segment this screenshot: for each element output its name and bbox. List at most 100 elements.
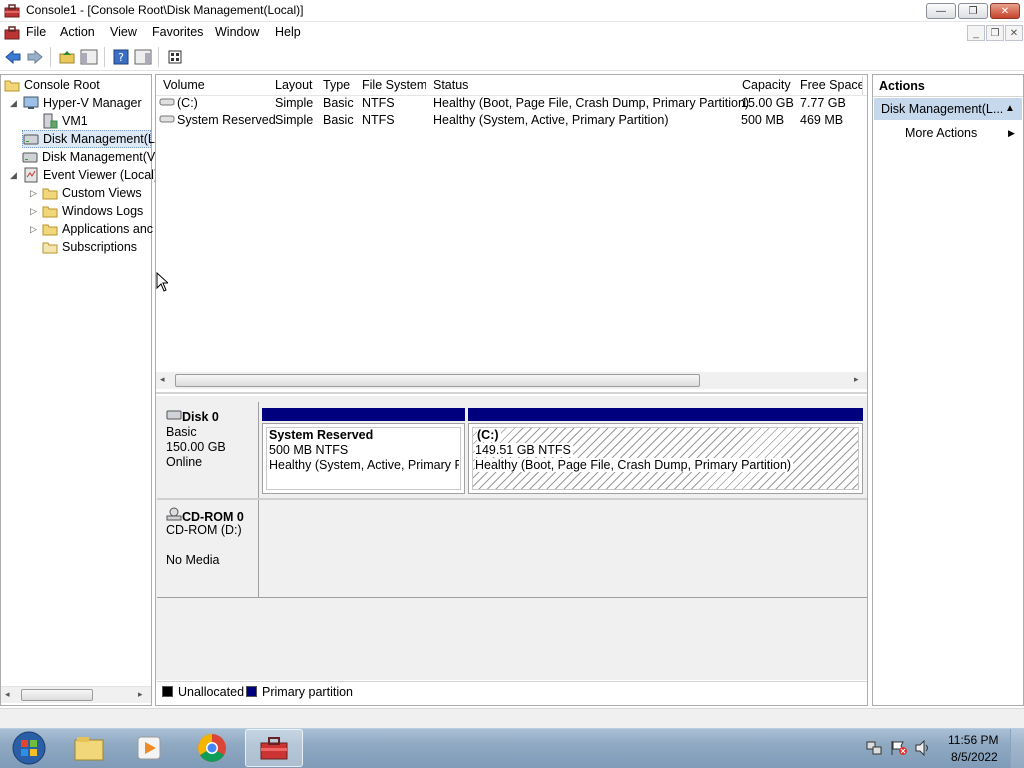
explorer-icon[interactable] [60,729,118,767]
legend-label-unallocated: Unallocated [178,685,245,699]
legend-label-primary: Primary partition [262,685,353,699]
back-arrow-icon[interactable] [4,48,22,66]
collapse-arrow-icon[interactable]: ◢ [10,98,17,109]
scroll-right-arrow-icon[interactable]: ▸ [138,689,143,700]
tree-item-windows-logs[interactable]: Windows Logs [42,202,143,220]
console-doc-icon[interactable] [4,25,20,44]
disk-0-label[interactable]: Disk 0 Basic 150.00 GB Online [157,402,259,498]
scroll-right-arrow-icon[interactable]: ▸ [854,374,859,385]
mmc-app-icon [4,3,20,19]
menu-favorites[interactable]: Favorites [152,25,203,39]
column-header-free-space[interactable]: Free Space [793,76,863,95]
menu-window[interactable]: Window [215,25,259,39]
start-orb-icon[interactable] [0,729,58,767]
mmc-toolbox-icon[interactable] [245,729,303,767]
pane-splitter[interactable] [156,392,867,394]
table-cell-fs: NTFS [362,96,395,110]
mdi-restore-button[interactable]: ❐ [986,25,1004,41]
menu-file[interactable]: File [26,25,46,39]
collapse-arrow-icon[interactable]: ◢ [10,170,17,181]
partition-system-reserved[interactable]: System Reserved 500 MB NTFS Healthy (Sys… [262,423,465,494]
disk-row-divider [157,498,867,500]
disk-icon [166,410,182,420]
window-title: Console1 - [Console Root\Disk Management… [26,3,304,17]
table-cell-capacity: 15.00 GB [741,96,794,110]
column-header-status[interactable]: Status [426,76,736,95]
tree-item-custom-views[interactable]: Custom Views [42,184,142,202]
tree-item-console-root[interactable]: Console Root [4,76,100,94]
disk-0-state: Online [166,455,203,469]
tree-item-disk-management-local[interactable]: Disk Management(L [22,130,155,148]
show-hide-tree-icon[interactable] [80,48,98,66]
event-viewer-icon [23,167,39,183]
mdi-minimize-button[interactable]: _ [967,25,985,41]
minimize-button[interactable]: — [926,3,956,19]
menu-help[interactable]: Help [275,25,301,39]
tree-item-label: Hyper-V Manager [43,96,142,110]
column-header-layout[interactable]: Layout [268,76,317,95]
legend-swatch-primary [246,686,257,697]
partition-size: 500 MB NTFS [269,443,351,457]
scroll-left-arrow-icon[interactable]: ◂ [160,374,165,385]
tree-item-disk-management-v[interactable]: Disk Management(V [22,148,155,166]
column-header-type[interactable]: Type [316,76,356,95]
partition-c[interactable]: (C:) 149.51 GB NTFS Healthy (Boot, Page … [468,423,863,494]
tree-item-applications[interactable]: Applications anc [42,220,153,238]
collapse-up-icon[interactable]: ▲ [1005,103,1015,114]
title-bar: Console1 - [Console Root\Disk Management… [0,0,1024,22]
network-icon[interactable] [866,740,882,759]
toolbar-separator [50,47,51,67]
menu-view[interactable]: View [110,25,137,39]
scroll-left-arrow-icon[interactable]: ◂ [5,689,10,700]
table-row-volume[interactable]: System Reserved [177,112,276,129]
tree-horizontal-scrollbar[interactable]: ◂ ▸ [1,686,151,703]
partition-name: System Reserved [269,428,376,442]
expand-arrow-icon[interactable]: ▷ [30,206,37,217]
media-player-icon[interactable] [120,729,178,767]
show-hide-action-pane-icon[interactable] [134,48,152,66]
disk-0-size: 150.00 GB [166,440,226,454]
expand-arrow-icon[interactable]: ▷ [30,188,37,199]
table-cell-type: Basic [323,113,354,127]
tree-item-event-viewer[interactable]: Event Viewer (Local) [23,166,158,184]
chrome-icon[interactable] [183,729,241,767]
volume-speaker-icon[interactable] [914,739,932,759]
show-desktop-button[interactable] [1010,729,1024,768]
table-row-volume[interactable]: (C:) [177,95,198,112]
volume-drive-icon [159,95,175,112]
clock-time[interactable]: 11:56 PM [948,733,998,747]
tree-item-subscriptions[interactable]: Subscriptions [42,238,137,256]
actions-section-disk-management[interactable]: Disk Management(L... [874,98,1022,120]
volume-scroll-thumb[interactable] [175,374,700,387]
tree-item-hyperv-manager[interactable]: Hyper-V Manager [23,94,142,112]
tree-item-vm1[interactable]: VM1 [42,112,88,130]
actions-pane [872,74,1024,706]
tree-item-label: VM1 [62,114,88,128]
mdi-close-button[interactable]: ✕ [1005,25,1023,41]
server-icon [42,113,58,129]
status-bar [0,708,1024,728]
action-center-flag-icon[interactable] [890,740,908,759]
maximize-button[interactable]: ❐ [958,3,988,19]
tree-scroll-thumb[interactable] [21,689,93,701]
more-actions-link[interactable]: More Actions [905,126,977,140]
up-folder-icon[interactable] [58,48,76,66]
clock-date[interactable]: 8/5/2022 [951,750,998,764]
help-icon[interactable]: ? [112,48,130,66]
folder-icon [42,185,58,201]
forward-arrow-icon[interactable] [26,48,44,66]
table-cell-free: 469 MB [800,113,844,127]
properties-icon[interactable] [166,48,184,66]
close-button[interactable]: ✕ [990,3,1020,19]
cdrom-0-label[interactable]: CD-ROM 0 CD-ROM (D:) No Media [157,500,259,597]
column-header-volume[interactable]: Volume [156,76,269,95]
disk-icon [22,149,38,165]
column-header-capacity[interactable]: Capacity [735,76,794,95]
svg-text:?: ? [118,51,124,64]
mouse-cursor-icon [156,271,170,295]
expand-arrow-icon[interactable]: ▷ [30,224,37,235]
volume-list-horizontal-scrollbar[interactable]: ◂ ▸ [156,372,867,389]
column-header-file-system[interactable]: File System [355,76,427,95]
menu-action[interactable]: Action [60,25,95,39]
table-cell-layout: Simple [275,113,314,127]
